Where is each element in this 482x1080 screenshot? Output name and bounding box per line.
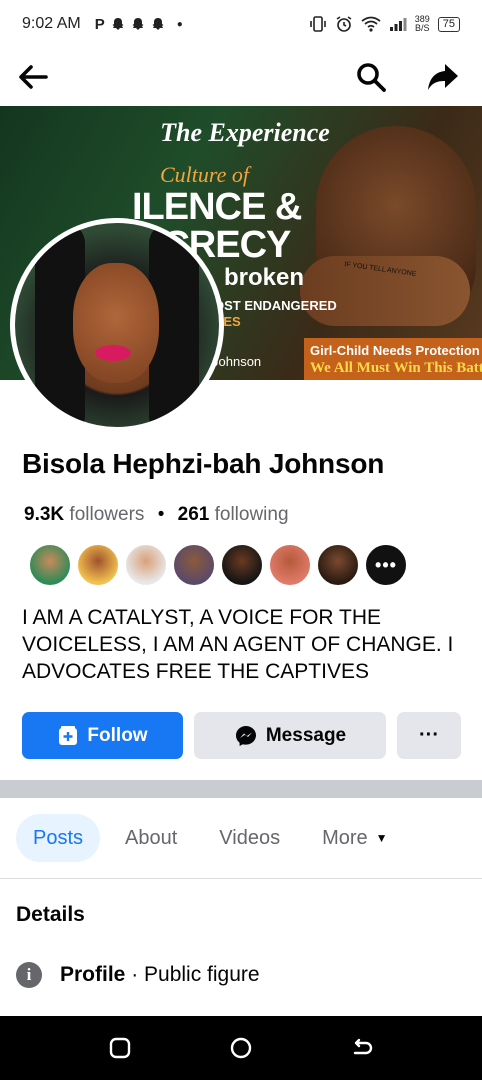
signal-icon bbox=[389, 18, 407, 31]
profile-tabs: Posts About Videos More ▼ bbox=[16, 814, 482, 862]
follower-avatar[interactable] bbox=[172, 543, 216, 587]
follower-avatar[interactable] bbox=[220, 543, 264, 587]
back-nav-icon[interactable] bbox=[350, 1036, 374, 1060]
avatar-lips bbox=[95, 345, 131, 361]
app-bar bbox=[0, 48, 482, 106]
profile-category-row: i Profile · Public figure bbox=[16, 962, 260, 988]
cover-name-text: Johnson bbox=[212, 354, 262, 369]
follow-icon bbox=[59, 725, 78, 745]
recent-apps-icon[interactable] bbox=[108, 1036, 132, 1060]
messenger-icon bbox=[235, 725, 256, 746]
profile-category-label: Profile bbox=[60, 963, 126, 986]
follower-avatar[interactable] bbox=[268, 543, 312, 587]
cover-banner-line2: We All Must Win This Battle bbox=[310, 360, 482, 376]
dot-icon: ● bbox=[176, 18, 183, 30]
following-label[interactable]: following bbox=[215, 504, 289, 525]
more-followers-button[interactable]: ••• bbox=[364, 543, 408, 587]
tab-more-label: More bbox=[322, 826, 368, 849]
profile-category-value: Public figure bbox=[144, 963, 260, 986]
stats-separator: • bbox=[157, 504, 165, 525]
cover-title: The Experience bbox=[160, 118, 330, 147]
tab-more[interactable]: More ▼ bbox=[305, 814, 404, 862]
profile-avatar[interactable] bbox=[10, 218, 224, 432]
tab-about[interactable]: About bbox=[108, 814, 194, 862]
wifi-icon bbox=[361, 16, 381, 32]
following-count[interactable]: 261 bbox=[178, 504, 210, 525]
back-arrow-icon[interactable] bbox=[16, 60, 50, 94]
profile-bio: I AM A CATALYST, A VOICE FOR THE VOICELE… bbox=[22, 606, 454, 683]
status-bar: 9:02 AM P ● 389 B/S 75 bbox=[0, 0, 482, 48]
followers-label[interactable]: followers bbox=[69, 504, 144, 525]
profile-category-separator: · bbox=[125, 963, 145, 986]
follower-avatar[interactable] bbox=[28, 543, 72, 587]
alarm-icon bbox=[336, 16, 352, 32]
cover-banner-line1: Girl-Child Needs Protection bbox=[310, 343, 480, 358]
system-navigation-bar bbox=[0, 1016, 482, 1080]
message-button[interactable]: Message bbox=[194, 712, 386, 759]
info-icon: i bbox=[16, 962, 42, 988]
follow-label: Follow bbox=[87, 724, 148, 746]
cover-silence-text: ILENCE & bbox=[132, 186, 302, 228]
battery-indicator: 75 bbox=[437, 16, 460, 32]
follower-avatars: ••• bbox=[28, 543, 408, 587]
caret-down-icon: ▼ bbox=[375, 831, 388, 845]
follower-avatar[interactable] bbox=[124, 543, 168, 587]
cover-endangered-text: OST ENDANGERED bbox=[214, 298, 337, 313]
tab-posts[interactable]: Posts bbox=[16, 814, 101, 862]
follow-button[interactable]: Follow bbox=[22, 712, 183, 759]
profile-name: Bisola Hephzi-bah Johnson bbox=[22, 448, 385, 479]
share-icon[interactable] bbox=[426, 60, 460, 94]
more-options-button[interactable]: ··· bbox=[397, 712, 461, 759]
details-heading: Details bbox=[16, 903, 85, 926]
status-time: 9:02 AM bbox=[22, 15, 81, 32]
cover-banner: Girl-Child Needs Protection We All Must … bbox=[304, 338, 482, 380]
section-separator bbox=[0, 780, 482, 798]
profile-stats: 9.3K followers • 261 following bbox=[24, 504, 289, 526]
snapchat-icon bbox=[132, 18, 144, 30]
home-icon[interactable] bbox=[229, 1036, 253, 1060]
tabs-divider bbox=[0, 878, 482, 879]
follower-avatar[interactable] bbox=[76, 543, 120, 587]
snapchat-icon bbox=[112, 18, 124, 30]
notification-icons: P ● bbox=[95, 16, 183, 33]
message-label: Message bbox=[265, 724, 347, 746]
cover-culture-text: Culture of bbox=[160, 162, 250, 187]
follower-avatar[interactable] bbox=[316, 543, 360, 587]
snapchat-icon bbox=[152, 18, 164, 30]
followers-count[interactable]: 9.3K bbox=[24, 504, 64, 525]
vibrate-icon bbox=[309, 16, 326, 32]
avatar-face bbox=[73, 263, 159, 383]
search-icon[interactable] bbox=[354, 60, 388, 94]
network-speed: 389 B/S bbox=[414, 14, 430, 33]
tab-videos[interactable]: Videos bbox=[202, 814, 297, 862]
cover-broken-text: broken bbox=[224, 264, 305, 291]
parking-icon: P bbox=[94, 15, 105, 33]
system-icons: 389 B/S 75 bbox=[309, 15, 460, 33]
